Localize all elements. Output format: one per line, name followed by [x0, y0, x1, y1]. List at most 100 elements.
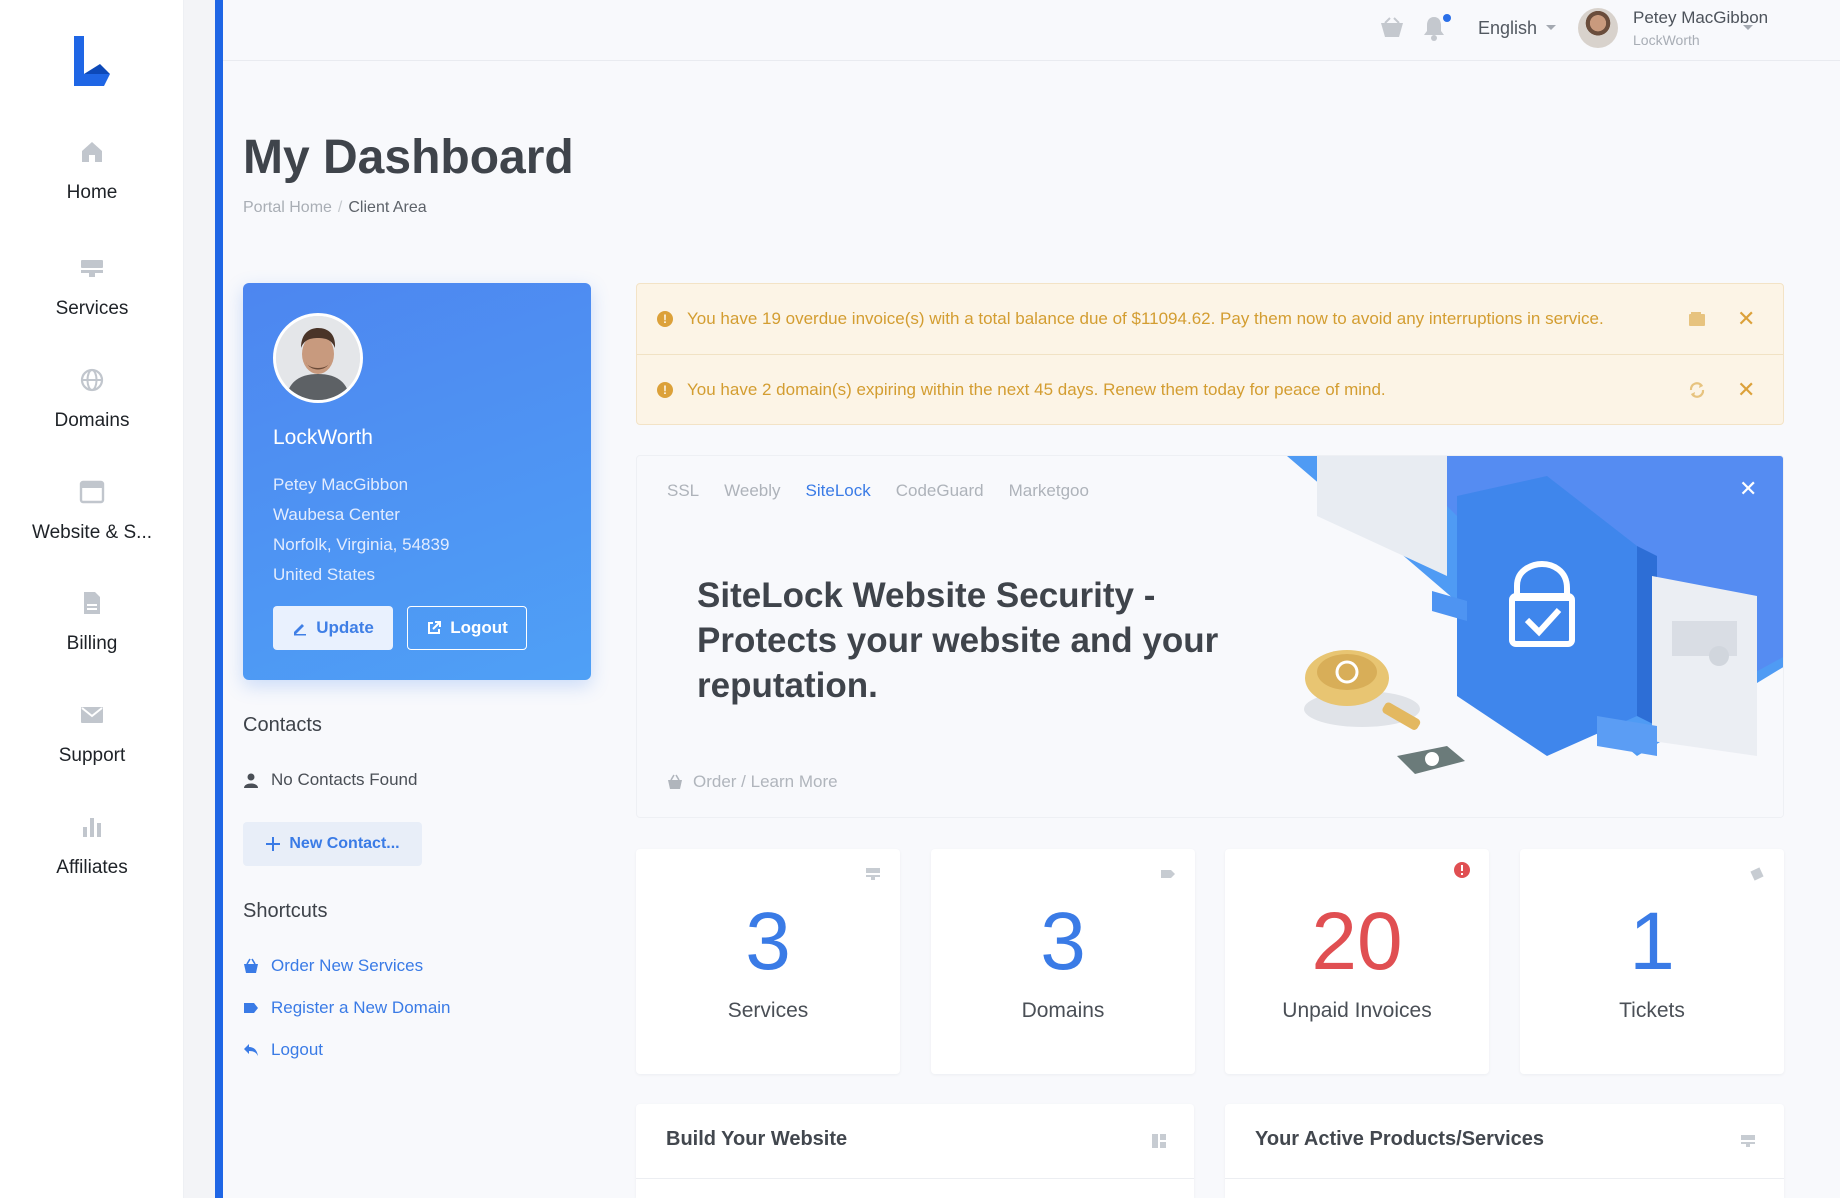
profile-avatar: [273, 313, 363, 403]
layout-icon: [1152, 1134, 1166, 1148]
globe-icon: [80, 368, 104, 392]
sidebar-item-website-security[interactable]: Website & S...: [0, 478, 184, 544]
profile-name: Petey MacGibbon: [273, 475, 409, 494]
active-products-panel: Your Active Products/Services: [1225, 1104, 1784, 1198]
page-title: My Dashboard: [243, 131, 574, 184]
logout-button[interactable]: Logout: [407, 606, 527, 650]
close-icon[interactable]: ✕: [1737, 377, 1755, 403]
tab-marketgoo[interactable]: Marketgoo: [1009, 481, 1089, 501]
avatar[interactable]: [1578, 8, 1618, 48]
profile-address: Petey MacGibbon Waubesa Center Norfolk, …: [273, 470, 449, 590]
promo-banner: SSL Weebly SiteLock CodeGuard Marketgoo …: [636, 455, 1784, 818]
order-learn-more-label: Order / Learn More: [693, 772, 838, 791]
ticket-icon: [1750, 867, 1764, 881]
profile-country: United States: [273, 565, 376, 584]
sidebar-item-services[interactable]: Services: [0, 254, 184, 320]
stat-value: 3: [745, 896, 791, 987]
stat-label: Domains: [1021, 999, 1105, 1022]
new-contact-button[interactable]: New Contact...: [243, 822, 422, 866]
chevron-down-icon[interactable]: [1743, 25, 1753, 30]
tag-icon: [1161, 870, 1175, 878]
sidebar-item-label: Services: [55, 298, 129, 319]
build-website-panel: Build Your Website: [636, 1104, 1194, 1198]
sidebar: Home Services Domains Website & S... Bil…: [0, 0, 184, 1198]
no-contacts-text: No Contacts Found: [243, 770, 417, 790]
panel-divider: [636, 1178, 1194, 1179]
breadcrumb: Portal Home / Client Area: [243, 199, 427, 217]
breadcrumb-separator: /: [337, 199, 343, 216]
bar-chart-icon: [83, 818, 101, 837]
alert-text: You have 19 overdue invoice(s) with a to…: [687, 309, 1604, 328]
panel-title: Your Active Products/Services: [1255, 1128, 1545, 1150]
alert-expiring-domains: ! You have 2 domain(s) expiring within t…: [637, 355, 1785, 425]
stat-value: 20: [1311, 896, 1403, 987]
user-icon: [244, 773, 258, 788]
stat-tile-tickets[interactable]: 1 Tickets: [1520, 849, 1784, 1074]
shortcut-order-new-services[interactable]: Order New Services: [243, 956, 423, 976]
server-icon: [1741, 1135, 1755, 1147]
notification-dot: [1443, 14, 1451, 22]
breadcrumb-current: Client Area: [348, 199, 427, 216]
contacts-heading: Contacts: [243, 714, 322, 736]
stat-tile-domains[interactable]: 3 Domains: [931, 849, 1195, 1074]
pencil-icon: [294, 624, 307, 636]
stat-value: 1: [1629, 896, 1675, 987]
close-icon[interactable]: ✕: [1739, 476, 1757, 502]
close-icon[interactable]: ✕: [1737, 306, 1755, 332]
sidebar-item-label: Home: [66, 182, 118, 203]
stat-label: Services: [727, 999, 809, 1022]
shortcut-logout[interactable]: Logout: [243, 1040, 323, 1060]
language-selector[interactable]: English: [1478, 18, 1537, 39]
stat-value: 3: [1040, 896, 1086, 987]
basket-icon: [668, 774, 682, 789]
tag-icon: [244, 1003, 258, 1013]
stat-label: Tickets: [1619, 999, 1685, 1022]
panel-title: Build Your Website: [666, 1128, 848, 1150]
reply-arrow-icon: [244, 1044, 258, 1056]
stat-tile-services[interactable]: 3 Services: [636, 849, 900, 1074]
tab-weebly[interactable]: Weebly: [724, 481, 780, 501]
shortcut-label: Logout: [271, 1040, 323, 1059]
stat-tile-unpaid-invoices[interactable]: 20 Unpaid Invoices: [1225, 849, 1489, 1074]
tab-codeguard[interactable]: CodeGuard: [896, 481, 984, 501]
chevron-down-icon[interactable]: [1546, 25, 1556, 30]
shortcut-register-domain[interactable]: Register a New Domain: [243, 998, 451, 1018]
alert-circle-icon: [1454, 862, 1470, 878]
user-company: LockWorth: [1633, 32, 1700, 48]
sidebar-item-affiliates[interactable]: Affiliates: [0, 813, 184, 879]
sidebar-item-label: Support: [58, 745, 126, 766]
shortcut-label: Register a New Domain: [271, 998, 451, 1017]
sitelock-illustration: [1197, 456, 1783, 817]
sidebar-item-label: Affiliates: [56, 857, 128, 878]
sidebar-item-home[interactable]: Home: [0, 138, 184, 204]
alert-overdue-invoices: ! You have 19 overdue invoice(s) with a …: [637, 284, 1785, 354]
cart-icon[interactable]: [1379, 17, 1405, 39]
tab-ssl[interactable]: SSL: [667, 481, 699, 501]
server-icon: [866, 868, 880, 880]
alerts-panel: ! You have 19 overdue invoice(s) with a …: [636, 283, 1784, 425]
brand-logo[interactable]: [70, 34, 114, 88]
topbar: English Petey MacGibbon LockWorth: [223, 0, 1840, 61]
profile-company: LockWorth: [273, 426, 373, 449]
plus-icon: [266, 837, 281, 851]
server-icon: [81, 260, 103, 277]
sidebar-item-label: Website & S...: [31, 522, 153, 543]
sidebar-item-label: Domains: [54, 410, 130, 431]
stat-label: Unpaid Invoices: [1282, 999, 1432, 1022]
wallet-icon[interactable]: [1688, 310, 1706, 328]
update-button[interactable]: Update: [273, 606, 393, 650]
sync-icon[interactable]: [1688, 381, 1706, 399]
sidebar-item-support[interactable]: Support: [0, 701, 184, 767]
order-learn-more-link[interactable]: Order / Learn More: [667, 772, 838, 792]
profile-address-line: Waubesa Center: [273, 505, 400, 524]
home-icon: [82, 142, 102, 162]
sidebar-item-domains[interactable]: Domains: [0, 366, 184, 432]
shortcuts-heading: Shortcuts: [243, 900, 328, 922]
promo-title: SiteLock Website Security - Protects you…: [697, 576, 1219, 705]
tab-sitelock[interactable]: SiteLock: [806, 481, 871, 501]
update-button-label: Update: [316, 618, 374, 637]
sidebar-item-billing[interactable]: Billing: [0, 589, 184, 655]
breadcrumb-home[interactable]: Portal Home: [243, 199, 332, 216]
document-icon: [84, 592, 100, 614]
promo-tabs: SSL Weebly SiteLock CodeGuard Marketgoo: [667, 481, 1089, 501]
